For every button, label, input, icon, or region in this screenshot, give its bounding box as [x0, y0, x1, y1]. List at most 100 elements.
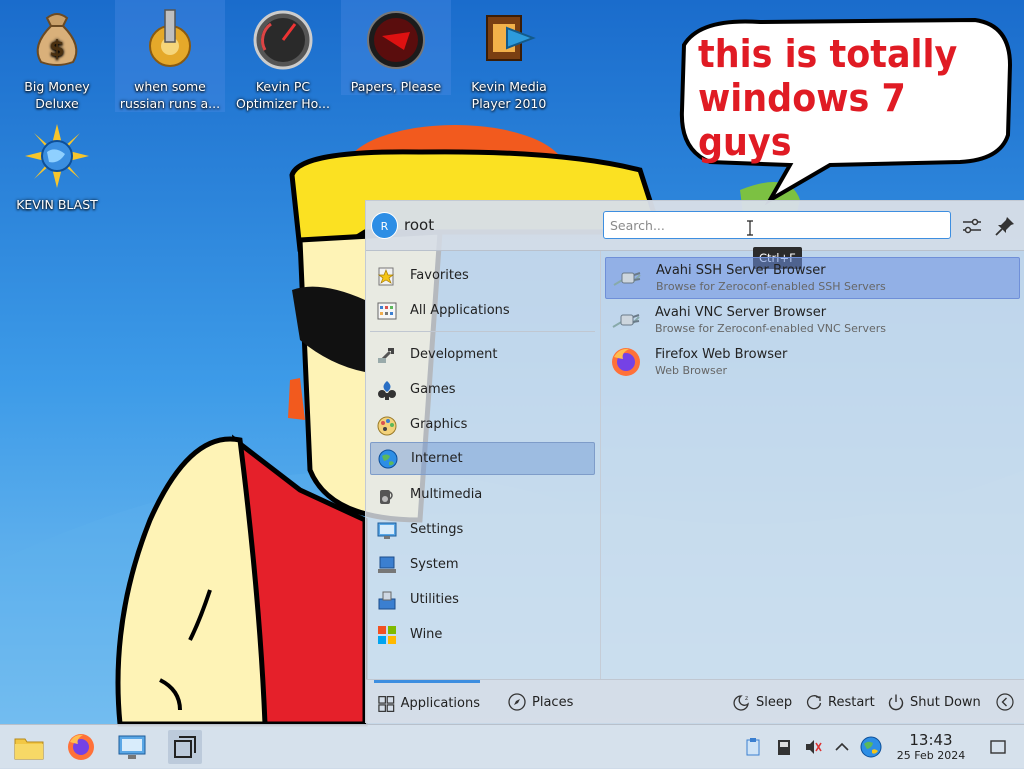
- desktop-icon-kevin-media-player[interactable]: Kevin Media Player 2010: [454, 0, 564, 112]
- desktop-icon-papers-please[interactable]: Papers, Please: [341, 0, 451, 95]
- category-favorites[interactable]: Favorites: [370, 259, 595, 292]
- category-games[interactable]: Games: [370, 373, 595, 406]
- result-avahi-vnc[interactable]: Avahi VNC Server Browser Browse for Zero…: [605, 299, 1020, 341]
- clipboard-icon[interactable]: [743, 737, 763, 757]
- application-results: Avahi SSH Server Browser Browse for Zero…: [602, 251, 1022, 681]
- volume-muted-icon[interactable]: [803, 737, 823, 757]
- games-icon: [378, 380, 396, 400]
- desktop-icon-label: when some russian runs a...: [119, 79, 221, 111]
- desktop-icon-russian-runs[interactable]: when some russian runs a...: [115, 0, 225, 112]
- category-label: Development: [410, 347, 498, 362]
- gauge-icon: [253, 10, 313, 70]
- result-subtitle: Browse for Zeroconf-enabled SSH Servers: [656, 279, 886, 293]
- category-label: All Applications: [410, 303, 510, 318]
- tab-applications[interactable]: Applications: [374, 680, 480, 724]
- restart-icon: [806, 695, 822, 710]
- shutdown-button[interactable]: Shut Down: [887, 680, 981, 724]
- sleep-label: Sleep: [756, 694, 793, 710]
- money-bag-icon: $: [36, 13, 78, 66]
- category-label: Multimedia: [410, 487, 483, 502]
- configure-icon[interactable]: [960, 214, 984, 238]
- network-globe-icon[interactable]: [859, 735, 883, 759]
- tab-label: Places: [532, 694, 574, 710]
- launcher-header: R root: [366, 201, 1024, 251]
- category-separator: [370, 331, 595, 332]
- clock[interactable]: 13:43 25 Feb 2024: [888, 731, 974, 763]
- storage-icon[interactable]: [774, 737, 794, 757]
- desktop-icon-label: KEVIN BLAST: [16, 197, 98, 212]
- desktop-icon-label: Papers, Please: [350, 79, 442, 94]
- shutdown-label: Shut Down: [910, 694, 981, 710]
- sleep-button[interactable]: z Sleep: [733, 680, 792, 724]
- clock-time: 13:43: [909, 731, 953, 749]
- result-title: Avahi SSH Server Browser: [656, 262, 826, 278]
- file-manager-icon[interactable]: [12, 730, 46, 764]
- restart-button[interactable]: Restart: [805, 680, 875, 724]
- more-power-options-icon[interactable]: [996, 693, 1014, 711]
- result-avahi-ssh[interactable]: Avahi SSH Server Browser Browse for Zero…: [605, 257, 1020, 299]
- category-utilities[interactable]: Utilities: [370, 583, 595, 616]
- category-label: Internet: [411, 451, 463, 466]
- clock-date: 25 Feb 2024: [896, 749, 966, 762]
- category-system[interactable]: System: [370, 548, 595, 581]
- wine-icon: [378, 625, 396, 644]
- user-avatar[interactable]: R: [371, 212, 398, 239]
- category-graphics[interactable]: Graphics: [370, 408, 595, 441]
- compass-icon: [508, 693, 526, 711]
- development-icon: [378, 347, 394, 363]
- launcher-footer: Applications Places z Sleep Restart Shut…: [366, 679, 1024, 724]
- category-multimedia[interactable]: Multimedia: [370, 478, 595, 511]
- chevron-up-icon[interactable]: [832, 737, 852, 757]
- desktop-icon-kevin-blast[interactable]: KEVIN BLAST: [2, 118, 112, 213]
- favorites-icon: [377, 267, 395, 285]
- grid-icon: [378, 695, 395, 712]
- tab-places[interactable]: Places: [508, 680, 573, 724]
- category-label: Wine: [410, 627, 443, 642]
- svg-text:$: $: [49, 37, 64, 62]
- search-input[interactable]: [603, 211, 951, 239]
- category-all-applications[interactable]: All Applications: [370, 294, 595, 327]
- window-switcher-icon[interactable]: [168, 730, 202, 764]
- category-development[interactable]: Development: [370, 338, 595, 371]
- system-settings-icon[interactable]: [116, 730, 150, 764]
- desktop-icon-big-money-deluxe[interactable]: $ Big Money Deluxe: [2, 0, 112, 112]
- result-firefox[interactable]: Firefox Web Browser Web Browser: [605, 341, 1020, 383]
- category-list: Favorites All Applications Development G…: [366, 251, 601, 679]
- category-label: Utilities: [410, 592, 459, 607]
- category-label: Favorites: [410, 268, 469, 283]
- gear-icon: [149, 9, 191, 67]
- utilities-icon: [378, 591, 396, 609]
- category-settings[interactable]: Settings: [370, 513, 595, 546]
- text-cursor-icon: [747, 220, 753, 236]
- network-plug-icon: [612, 314, 640, 328]
- sun-globe-icon: [25, 124, 89, 188]
- sleep-icon: z: [733, 695, 749, 711]
- application-launcher: R root Ctrl+F Favorites: [365, 200, 1024, 724]
- desktop-icon-label: Kevin PC Optimizer Ho...: [236, 79, 330, 111]
- network-plug-icon: [613, 272, 641, 286]
- graphics-icon: [377, 416, 397, 435]
- firefox-icon: [612, 348, 640, 376]
- all-apps-icon: [377, 302, 397, 319]
- result-title: Avahi VNC Server Browser: [655, 304, 827, 320]
- speech-bubble-text: this is totally windows 7 guys: [698, 32, 958, 164]
- category-label: System: [410, 557, 459, 572]
- show-desktop-icon[interactable]: [988, 737, 1008, 757]
- multimedia-icon: [380, 489, 393, 504]
- restart-label: Restart: [828, 694, 875, 710]
- firefox-icon[interactable]: [64, 730, 98, 764]
- film-reel-icon: [486, 15, 536, 61]
- power-icon: [888, 694, 904, 711]
- pin-icon[interactable]: [993, 214, 1017, 238]
- category-wine[interactable]: Wine: [370, 618, 595, 651]
- category-label: Graphics: [410, 417, 468, 432]
- user-name: root: [404, 216, 435, 234]
- papers-please-icon: [367, 11, 425, 69]
- result-subtitle: Web Browser: [655, 363, 728, 377]
- desktop-icon-kevin-pc-optimizer[interactable]: Kevin PC Optimizer Ho...: [228, 0, 338, 112]
- desktop-icon-label: Big Money Deluxe: [24, 79, 90, 111]
- result-title: Firefox Web Browser: [655, 346, 788, 362]
- settings-icon: [377, 522, 397, 539]
- category-internet[interactable]: Internet: [370, 442, 595, 475]
- result-subtitle: Browse for Zeroconf-enabled VNC Servers: [655, 321, 886, 335]
